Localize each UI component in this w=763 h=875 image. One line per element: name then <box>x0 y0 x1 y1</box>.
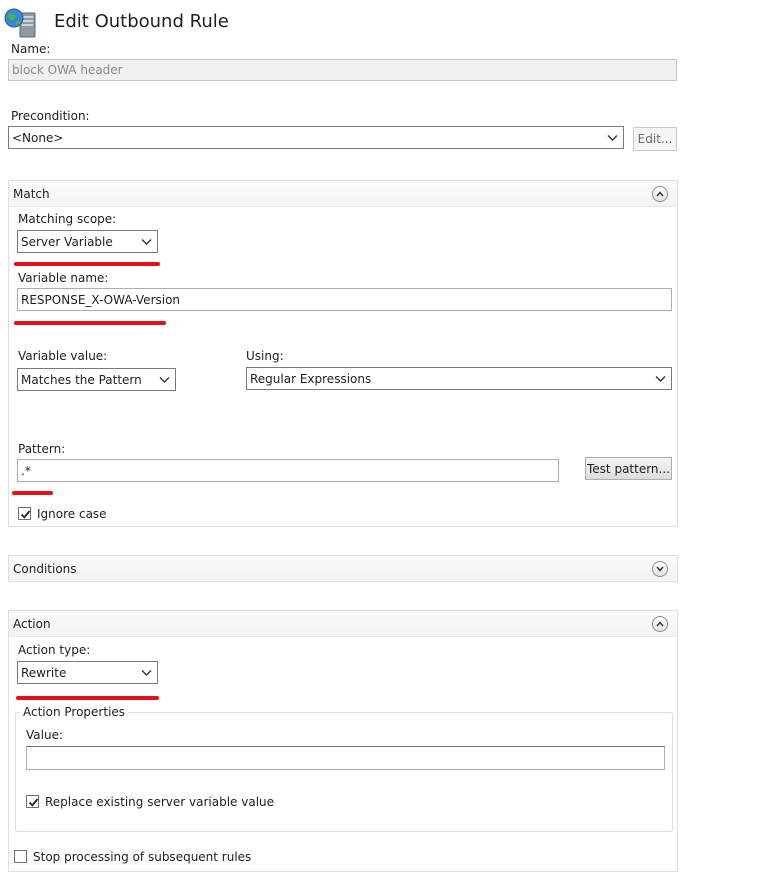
match-panel-header[interactable]: Match <box>9 181 677 207</box>
matching-scope-value: Server Variable <box>21 234 113 249</box>
using-select[interactable]: Regular Expressions <box>246 367 672 390</box>
variable-value-label: Variable value: <box>18 349 108 363</box>
variable-name-input[interactable]: RESPONSE_X-OWA-Version <box>17 288 672 311</box>
chevron-up-icon <box>656 191 664 197</box>
iis-globe-server-icon <box>3 7 37 39</box>
action-panel-header[interactable]: Action <box>9 611 677 637</box>
action-panel-title: Action <box>13 617 51 631</box>
precondition-label: Precondition: <box>11 109 90 123</box>
variable-value-select[interactable]: Matches the Pattern <box>17 368 176 391</box>
pattern-label: Pattern: <box>18 442 66 456</box>
using-label: Using: <box>246 349 284 363</box>
chevron-down-icon <box>655 375 666 382</box>
collapse-action-button[interactable] <box>652 616 668 632</box>
value-label: Value: <box>26 728 63 742</box>
ignore-case-label: Ignore case <box>37 507 107 521</box>
chevron-down-icon <box>607 134 618 141</box>
ignore-case-checkbox[interactable] <box>18 507 31 520</box>
conditions-panel: Conditions <box>8 555 678 582</box>
name-input[interactable]: block OWA header <box>8 59 677 81</box>
precondition-select[interactable]: <None> <box>8 126 624 149</box>
chevron-up-icon <box>656 621 664 627</box>
stop-processing-label: Stop processing of subsequent rules <box>33 850 252 864</box>
variable-name-value: RESPONSE_X-OWA-Version <box>21 292 181 307</box>
stop-processing-checkbox[interactable] <box>14 850 27 863</box>
match-panel-title: Match <box>13 187 50 201</box>
chevron-down-icon <box>159 376 170 383</box>
conditions-panel-header[interactable]: Conditions <box>9 556 677 581</box>
action-type-value: Rewrite <box>21 665 67 680</box>
variable-value-value: Matches the Pattern <box>21 372 142 387</box>
value-input[interactable] <box>26 746 665 770</box>
pattern-value: .* <box>21 463 31 478</box>
chevron-down-icon <box>656 566 664 572</box>
action-type-label: Action type: <box>18 643 91 657</box>
action-properties-legend: Action Properties <box>20 705 129 719</box>
conditions-panel-title: Conditions <box>13 562 77 576</box>
precondition-value: <None> <box>12 130 64 145</box>
variable-name-label: Variable name: <box>18 271 109 285</box>
matching-scope-label: Matching scope: <box>18 212 117 226</box>
checkmark-icon <box>20 510 31 519</box>
chevron-down-icon <box>141 238 152 245</box>
collapse-match-button[interactable] <box>652 186 668 202</box>
pattern-input[interactable]: .* <box>17 459 559 482</box>
replace-existing-label: Replace existing server variable value <box>45 795 275 809</box>
page-title: Edit Outbound Rule <box>54 11 229 32</box>
precondition-edit-button[interactable]: Edit... <box>633 127 677 151</box>
annotation-underline <box>14 321 166 325</box>
annotation-underline <box>16 696 159 700</box>
replace-existing-checkbox[interactable] <box>26 795 39 808</box>
annotation-underline <box>12 491 53 495</box>
matching-scope-select[interactable]: Server Variable <box>17 230 158 253</box>
action-type-select[interactable]: Rewrite <box>17 661 158 684</box>
expand-conditions-button[interactable] <box>652 561 668 577</box>
using-value: Regular Expressions <box>250 371 372 386</box>
annotation-underline <box>14 262 160 266</box>
checkmark-icon <box>28 798 39 807</box>
name-label: Name: <box>11 42 51 56</box>
action-properties-group <box>15 712 673 832</box>
name-input-value: block OWA header <box>12 63 123 77</box>
chevron-down-icon <box>141 669 152 676</box>
test-pattern-button[interactable]: Test pattern... <box>585 457 672 480</box>
